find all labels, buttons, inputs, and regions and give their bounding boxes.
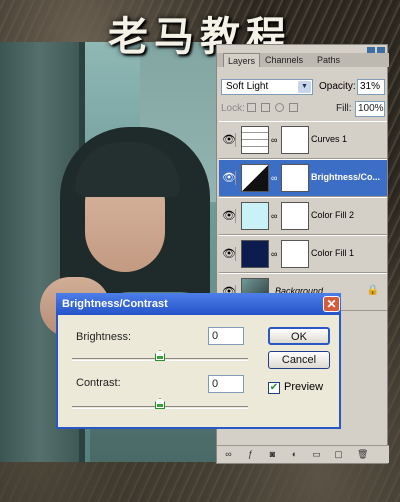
eye-icon[interactable]: 👁 — [222, 209, 236, 223]
lock-position-icon[interactable] — [275, 103, 284, 112]
add-mask-icon[interactable]: ◙ — [267, 449, 278, 460]
layer-name: Color Fill 2 — [311, 210, 355, 220]
link-icon: ∞ — [271, 135, 278, 145]
layer-row-brightness-contrast[interactable]: 👁 ∞ Brightness/Co... — [219, 159, 387, 197]
contrast-input[interactable]: 0 — [208, 375, 244, 393]
opacity-label: Opacity: — [319, 81, 356, 92]
link-icon: ∞ — [271, 211, 278, 221]
new-layer-icon[interactable]: ▢ — [333, 449, 344, 460]
fill-input[interactable]: 100% — [355, 101, 385, 117]
lock-transparency-icon[interactable] — [247, 103, 256, 112]
layer-row-color-fill-1[interactable]: 👁 ∞ Color Fill 1 — [219, 235, 387, 273]
adjustment-layer-icon[interactable]: ◐ — [289, 449, 300, 460]
preview-label: Preview — [284, 381, 324, 393]
link-layers-icon[interactable]: ∞ — [223, 449, 234, 460]
panel-tabs: Layers Channels Paths — [217, 53, 389, 67]
layer-name: Curves 1 — [311, 134, 348, 144]
link-icon: ∞ — [271, 173, 278, 183]
lock-all-icon[interactable] — [289, 103, 298, 112]
brightness-slider[interactable] — [72, 350, 248, 361]
new-group-icon[interactable]: ▭ — [311, 449, 322, 460]
close-icon[interactable]: ✕ — [323, 296, 340, 312]
contrast-slider-knob[interactable] — [155, 398, 165, 409]
curves-thumbnail — [241, 126, 269, 154]
chevron-down-icon[interactable]: ▼ — [298, 81, 311, 93]
tab-channels[interactable]: Channels — [261, 53, 307, 67]
link-icon: ∞ — [271, 249, 278, 259]
brightness-contrast-dialog: Brightness/Contrast ✕ Brightness: 0 Cont… — [56, 293, 341, 429]
layer-row-curves[interactable]: 👁 ∞ Curves 1 — [219, 121, 387, 159]
panel-bottom-toolbar: ∞ ƒ ◙ ◐ ▭ ▢ 🗑 — [217, 445, 389, 463]
layer-mask-thumbnail[interactable] — [281, 164, 309, 192]
blend-mode-select[interactable]: Soft Light ▼ — [221, 79, 313, 95]
layer-style-icon[interactable]: ƒ — [245, 449, 256, 460]
blend-row: Soft Light ▼ Opacity: 31% — [221, 79, 385, 97]
dialog-titlebar[interactable]: Brightness/Contrast ✕ — [56, 293, 341, 315]
contrast-label: Contrast: — [76, 377, 121, 389]
cancel-button[interactable]: Cancel — [268, 351, 330, 369]
color-fill-thumbnail — [241, 240, 269, 268]
dialog-title: Brightness/Contrast — [62, 298, 168, 310]
layer-mask-thumbnail[interactable] — [281, 126, 309, 154]
layer-row-color-fill-2[interactable]: 👁 ∞ Color Fill 2 — [219, 197, 387, 235]
layer-name: Brightness/Co... — [311, 172, 381, 182]
layer-mask-thumbnail[interactable] — [281, 240, 309, 268]
opacity-input[interactable]: 31% — [357, 79, 385, 95]
tab-layers[interactable]: Layers — [223, 53, 261, 67]
blend-mode-value: Soft Light — [226, 81, 269, 92]
layer-mask-thumbnail[interactable] — [281, 202, 309, 230]
eye-icon[interactable]: 👁 — [222, 133, 236, 147]
lock-label: Lock: — [221, 103, 245, 114]
brightness-slider-knob[interactable] — [155, 350, 165, 361]
contrast-slider[interactable] — [72, 398, 248, 409]
brightness-input[interactable]: 0 — [208, 327, 244, 345]
layer-name: Color Fill 1 — [311, 248, 355, 258]
lock-icon: 🔒 — [366, 285, 379, 296]
panel-window-buttons — [365, 45, 385, 54]
color-fill-thumbnail — [241, 202, 269, 230]
fill-label: Fill: — [336, 103, 352, 114]
lock-row: Lock: Fill: 100% — [221, 101, 385, 117]
trash-icon[interactable]: 🗑 — [357, 449, 368, 460]
lock-pixels-icon[interactable] — [261, 103, 270, 112]
eye-icon[interactable]: 👁 — [222, 171, 236, 185]
brightness-label: Brightness: — [76, 331, 132, 343]
ok-button[interactable]: OK — [268, 327, 330, 345]
brightness-contrast-thumbnail — [241, 164, 269, 192]
eye-icon[interactable]: 👁 — [222, 247, 236, 261]
tab-paths[interactable]: Paths — [313, 53, 344, 67]
preview-checkbox[interactable]: ✔ — [268, 382, 280, 394]
